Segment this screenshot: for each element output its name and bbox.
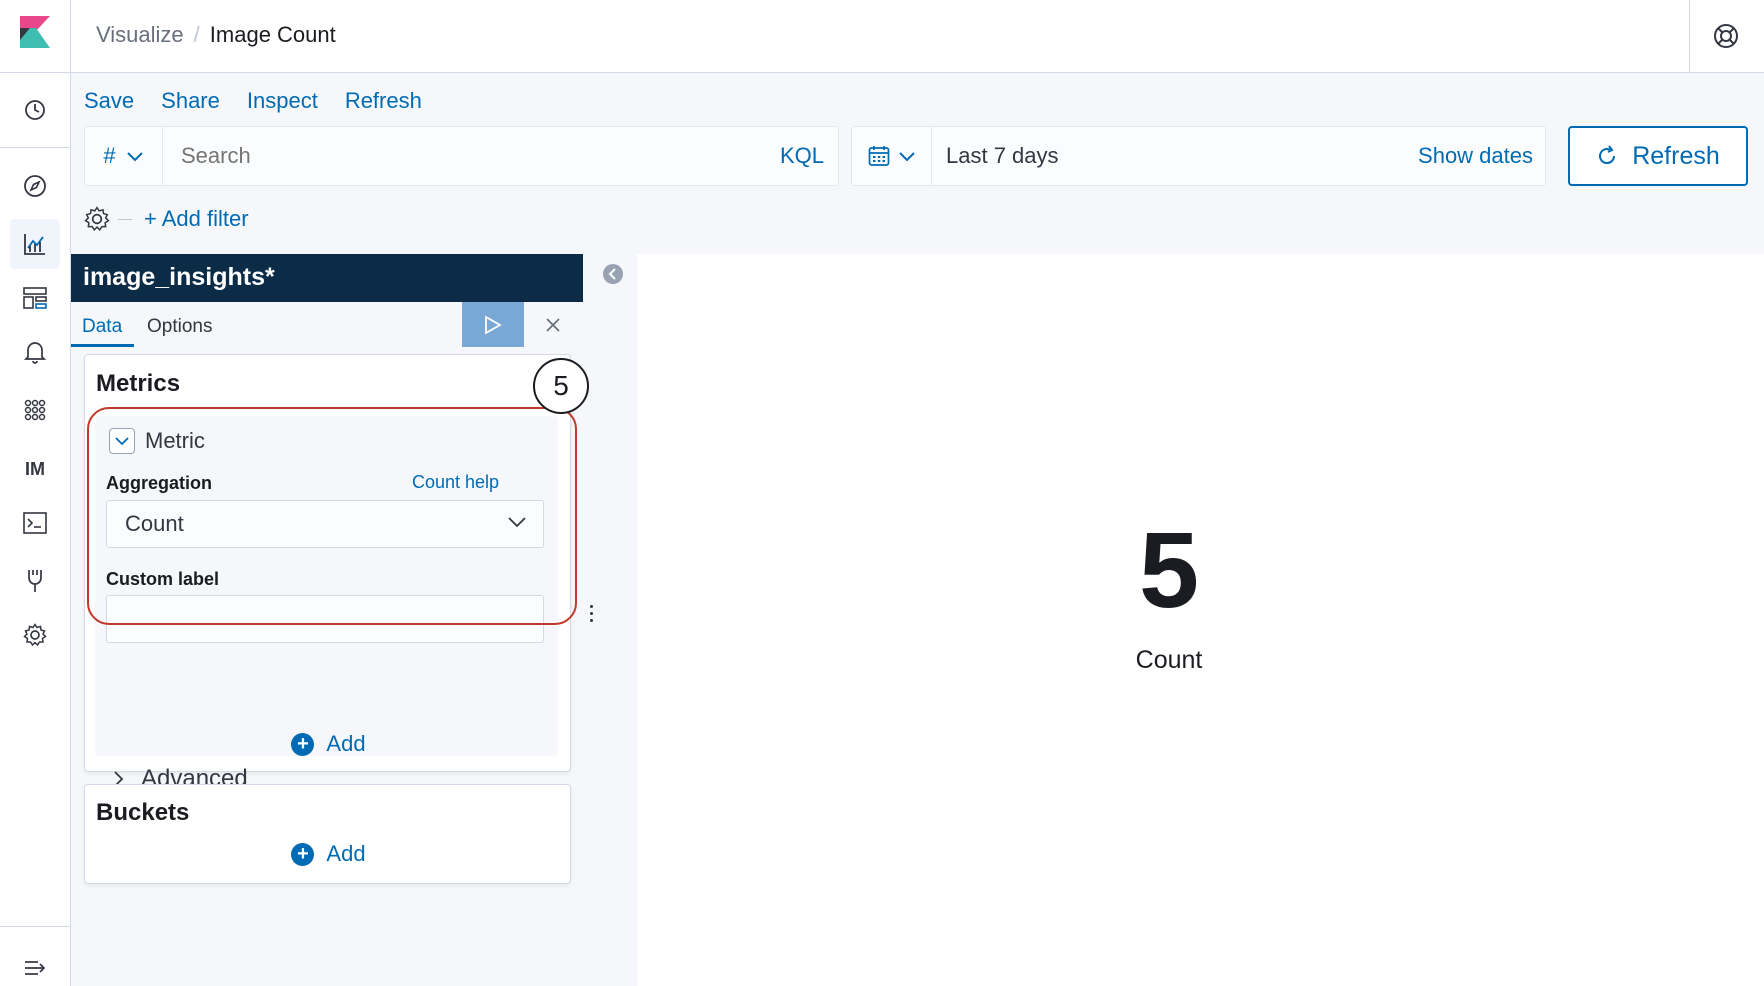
visualize-icon[interactable] <box>10 219 60 269</box>
buckets-title: Buckets <box>96 799 190 826</box>
settings-icon[interactable] <box>10 610 60 660</box>
metric-label: Count <box>1135 646 1203 674</box>
collapse-nav-icon[interactable] <box>10 943 60 986</box>
nav-separator <box>0 926 70 927</box>
refresh-button-label: Refresh <box>1632 141 1720 170</box>
top-header: Visualize / Image Count <box>0 0 1764 73</box>
breadcrumb-current: Image Count <box>209 22 336 47</box>
arrow-left-circle-icon <box>603 264 623 284</box>
chevron-down-icon <box>126 151 143 161</box>
breadcrumb-separator: / <box>193 22 200 47</box>
annotation-highlight-outline <box>87 407 577 625</box>
tab-options[interactable]: Options <box>147 316 212 338</box>
discard-changes-button[interactable] <box>534 302 572 347</box>
help-menu-button[interactable] <box>1689 0 1764 73</box>
refresh-icon <box>1599 145 1616 165</box>
calendar-icon <box>868 146 889 166</box>
nav-separator <box>0 147 70 148</box>
filter-settings-gear-icon[interactable] <box>84 206 110 232</box>
plus-circle-icon: + <box>291 732 315 756</box>
save-menu-item[interactable]: Save <box>84 88 134 114</box>
main-content: Save Share Inspect Refresh # KQL Last 7 … <box>71 73 1764 986</box>
monitoring-icon[interactable] <box>10 556 60 606</box>
query-language-switcher[interactable]: # <box>85 127 163 185</box>
metrics-title: Metrics <box>96 370 181 397</box>
visualization-canvas: 5 Count <box>637 254 1764 986</box>
im-app-icon[interactable]: IM <box>10 444 60 494</box>
date-picker: Last 7 days Show dates <box>851 126 1546 186</box>
apply-changes-button[interactable] <box>462 302 524 347</box>
filter-divider <box>118 218 132 220</box>
collapse-sidebar-button[interactable] <box>602 263 624 290</box>
query-language-symbol: # <box>103 143 116 168</box>
breadcrumb: Visualize / Image Count <box>96 22 336 48</box>
inspect-menu-item[interactable]: Inspect <box>247 88 318 114</box>
add-filter-button[interactable]: + Add filter <box>144 206 249 232</box>
close-icon <box>546 317 560 332</box>
breadcrumb-visualize[interactable]: Visualize <box>96 22 184 47</box>
buckets-panel: Buckets + Add <box>84 784 571 884</box>
search-input[interactable] <box>181 143 701 169</box>
dashboard-icon[interactable] <box>10 273 60 323</box>
index-pattern-title: image_insights* <box>71 254 583 302</box>
im-app-label: IM <box>25 458 45 479</box>
apps-icon[interactable] <box>10 385 60 435</box>
top-nav-menu: Save Share Inspect Refresh <box>84 88 422 114</box>
refresh-menu-item[interactable]: Refresh <box>345 88 422 114</box>
filter-bar: + Add filter <box>84 206 249 232</box>
recently-viewed-icon[interactable] <box>10 85 60 135</box>
visualization-editor: image_insights* Data Options Metrics Met… <box>71 254 589 986</box>
quick-menu-button[interactable] <box>852 127 932 185</box>
dev-tools-icon[interactable] <box>10 498 60 548</box>
query-bar: # KQL <box>84 126 839 186</box>
plus-circle-icon: + <box>291 842 315 866</box>
metric-value: 5 <box>1138 509 1200 630</box>
help-lifebuoy-icon <box>1714 24 1738 48</box>
kibana-logo[interactable] <box>0 0 71 73</box>
share-menu-item[interactable]: Share <box>161 88 220 114</box>
tab-data[interactable]: Data <box>82 316 122 338</box>
editor-tabs: Data Options <box>71 302 583 347</box>
add-metric-label: Add <box>326 731 366 756</box>
chevron-down-icon <box>898 151 915 161</box>
show-dates-link[interactable]: Show dates <box>1418 143 1533 169</box>
add-metric-button[interactable]: + Add <box>85 731 572 757</box>
alerting-icon[interactable] <box>10 327 60 377</box>
active-tab-indicator <box>71 344 134 347</box>
side-navigation: IM <box>0 73 71 986</box>
kql-toggle[interactable]: KQL <box>780 143 824 169</box>
add-bucket-button[interactable]: + Add <box>85 841 572 867</box>
date-range-label[interactable]: Last 7 days <box>946 143 1059 169</box>
add-bucket-label: Add <box>326 841 366 866</box>
refresh-button[interactable]: Refresh <box>1568 126 1748 186</box>
sidebar-resize-handle[interactable] <box>590 605 593 622</box>
kibana-logo-icon <box>20 16 50 48</box>
annotation-step-badge: 5 <box>533 358 589 414</box>
play-icon <box>485 314 502 335</box>
discover-icon[interactable] <box>10 161 60 211</box>
metrics-panel: Metrics Metric Advanced Aggregation Coun… <box>84 354 589 792</box>
